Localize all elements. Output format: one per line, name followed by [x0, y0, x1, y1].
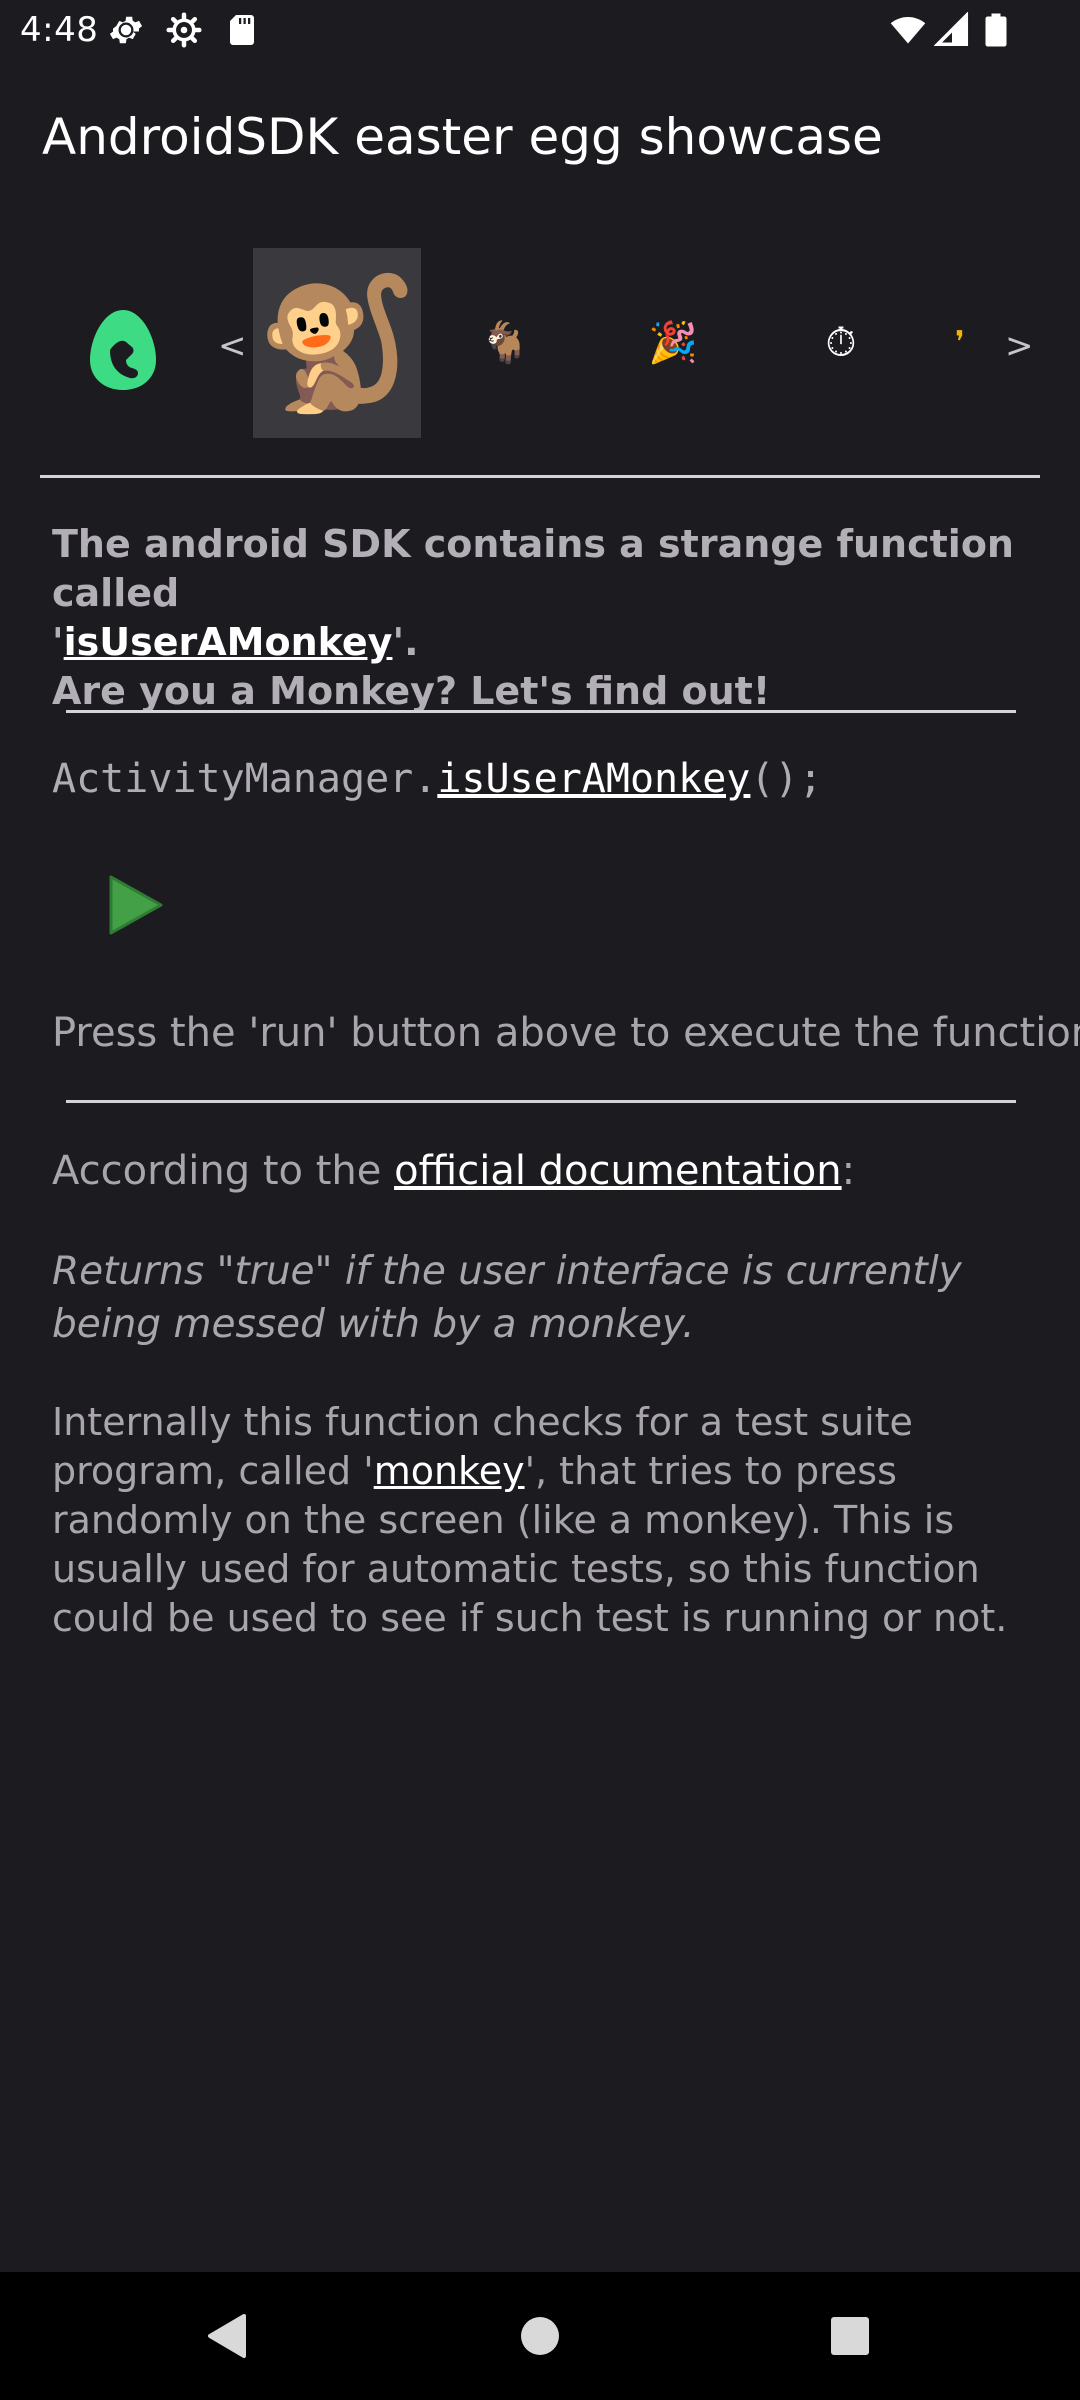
- doc-intro-prefix: According to the: [52, 1148, 395, 1194]
- partial-egg-icon: ❜: [955, 326, 965, 359]
- code-suffix: ();: [750, 756, 823, 802]
- goat-icon: 🐐: [480, 321, 530, 365]
- quote-close: '.: [392, 620, 419, 664]
- nav-home-button[interactable]: [510, 2306, 570, 2366]
- easter-egg-selector: < 🐒 🐐 🎉 ⏱ ❜ >: [0, 248, 1080, 438]
- stopwatch-icon: ⏱: [825, 321, 857, 365]
- recents-square-icon: [831, 2317, 869, 2355]
- monkey-link[interactable]: monkey: [374, 1449, 525, 1493]
- divider: [40, 475, 1040, 478]
- divider: [66, 1100, 1016, 1103]
- code-snippet: ActivityManager.isUserAMonkey();: [52, 756, 823, 802]
- status-time: 4:48: [20, 10, 99, 50]
- party-popper-icon: 🎉: [648, 321, 698, 365]
- nav-recents-button[interactable]: [820, 2306, 880, 2366]
- egg-item-party-popper[interactable]: 🎉: [589, 248, 757, 438]
- doc-intro-text: According to the official documentation:: [52, 1148, 855, 1194]
- run-button[interactable]: [100, 870, 170, 940]
- system-nav-bar: [0, 2272, 1080, 2400]
- battery-icon: [985, 13, 1007, 47]
- run-hint-text: Press the 'run' button above to execute …: [52, 1010, 1080, 1056]
- divider: [66, 710, 1016, 713]
- egg-item-partial[interactable]: ❜: [930, 248, 990, 438]
- egg-next-arrow[interactable]: >: [1005, 326, 1034, 366]
- intro-line-2: 'isUserAMonkey'.: [52, 618, 1042, 667]
- settings-gear-outline-icon: [166, 12, 202, 48]
- documentation-quote: Returns "true" if the user interface is …: [52, 1249, 962, 1347]
- play-icon: [109, 875, 163, 935]
- status-bar: 4:48: [0, 0, 1080, 62]
- egg-item-stopwatch[interactable]: ⏱: [757, 248, 925, 438]
- settings-gear-icon: [109, 16, 143, 44]
- intro-text: The android SDK contains a strange funct…: [52, 520, 1042, 716]
- page-title: AndroidSDK easter egg showcase: [42, 108, 883, 166]
- home-circle-icon: [521, 2317, 559, 2355]
- cell-signal-icon: [934, 12, 969, 47]
- sd-card-icon: [230, 15, 254, 45]
- explanation-text: Internally this function checks for a te…: [52, 1398, 1042, 1643]
- quote-open: ': [52, 620, 64, 664]
- egg-item-goat[interactable]: 🐐: [421, 248, 589, 438]
- egg-prev-arrow[interactable]: <: [218, 326, 247, 366]
- egg-item-monkey[interactable]: 🐒: [253, 248, 421, 438]
- code-function-link[interactable]: isUserAMonkey: [437, 756, 750, 802]
- back-triangle-icon: [208, 2314, 246, 2358]
- is-user-a-monkey-link[interactable]: isUserAMonkey: [64, 620, 393, 664]
- android-egg-logo-icon[interactable]: [88, 308, 158, 392]
- intro-line-3: Are you a Monkey? Let's find out!: [52, 669, 771, 713]
- official-documentation-link[interactable]: official documentation: [394, 1148, 842, 1194]
- doc-intro-suffix: :: [841, 1148, 856, 1194]
- wifi-icon: [890, 16, 926, 44]
- code-prefix: ActivityManager.: [52, 756, 438, 802]
- intro-line-1: The android SDK contains a strange funct…: [52, 522, 1014, 615]
- nav-back-button[interactable]: [196, 2306, 256, 2366]
- monkey-icon: 🐒: [256, 270, 418, 416]
